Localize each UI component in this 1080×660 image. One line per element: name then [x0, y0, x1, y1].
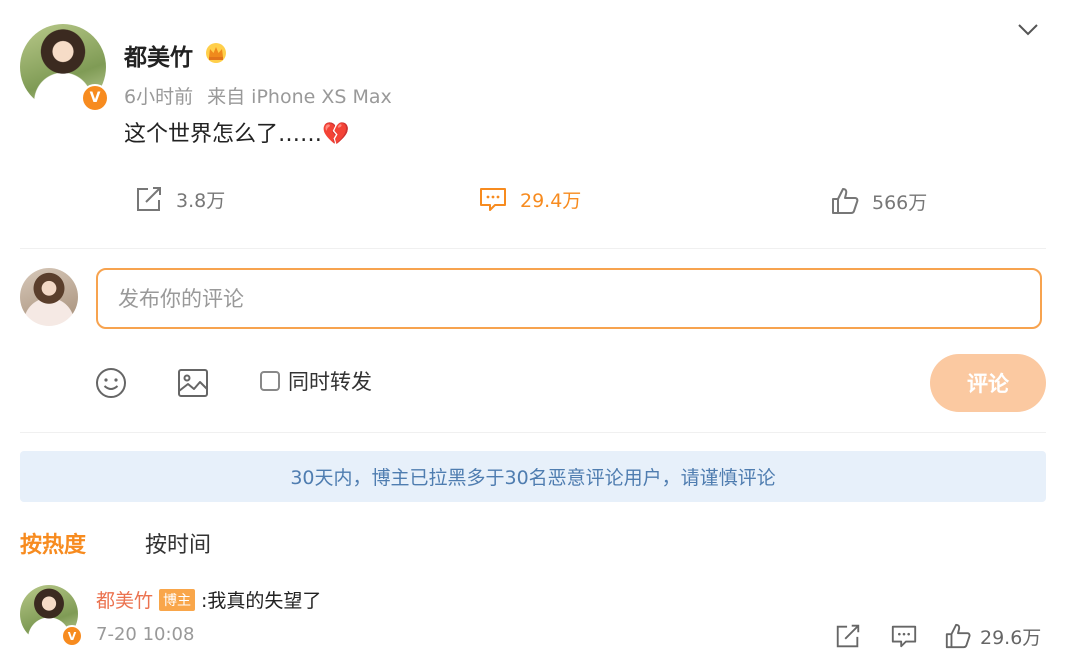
repost-icon	[137, 187, 161, 211]
repost-button[interactable]: 3.8万	[134, 184, 225, 214]
like-icon	[945, 623, 971, 649]
verified-badge-icon: V	[81, 84, 109, 112]
repost-together-checkbox[interactable]	[260, 371, 280, 391]
comment-icon	[891, 625, 917, 648]
comment-icon	[480, 188, 506, 211]
like-count: 566万	[872, 191, 928, 214]
post-source: 来自 iPhone XS Max	[207, 86, 392, 108]
image-icon[interactable]	[176, 366, 210, 400]
like-button[interactable]: 566万	[830, 186, 927, 216]
my-avatar[interactable]	[20, 268, 78, 326]
broken-heart-emoji: 💔	[322, 122, 350, 147]
repost-count: 3.8万	[176, 189, 226, 212]
comment-time: 7-20 10:08	[96, 624, 195, 645]
comment-repost-button[interactable]	[834, 622, 862, 650]
comment-author[interactable]: 都美竹	[96, 586, 153, 613]
post-time[interactable]: 6小时前	[124, 86, 193, 108]
submit-comment-button[interactable]: 评论	[930, 354, 1046, 412]
sort-tab-time[interactable]: 按时间	[145, 527, 211, 559]
repost-icon	[836, 624, 860, 648]
post-body: 这个世界怎么了……	[124, 122, 323, 147]
like-icon	[832, 188, 859, 214]
comment-row: 都美竹 博主 :我真的失望了	[96, 586, 321, 613]
comment-like-button[interactable]: 29.6万	[944, 622, 1041, 650]
comment-input[interactable]	[96, 268, 1042, 329]
author-badge: 博主	[159, 588, 196, 611]
comment-like-count: 29.6万	[980, 626, 1042, 649]
emoji-icon[interactable]	[94, 366, 128, 400]
comment-reply-button[interactable]	[890, 622, 918, 650]
moderation-notice: 30天内，博主已拉黑多于30名恶意评论用户，请谨慎评论	[20, 451, 1046, 502]
divider	[20, 248, 1046, 249]
post-text: 这个世界怎么了……💔	[124, 116, 349, 148]
comment-count: 29.4万	[520, 189, 582, 212]
divider	[20, 432, 1046, 433]
crown-icon	[206, 43, 226, 63]
sort-tab-hot[interactable]: 按热度	[20, 527, 86, 559]
verified-badge-icon: V	[61, 625, 83, 647]
author-name[interactable]: 都美竹	[124, 38, 193, 72]
repost-together-label: 同时转发	[288, 370, 372, 394]
chevron-down-icon[interactable]	[1016, 22, 1040, 38]
post-meta: 6小时前 来自 iPhone XS Max	[124, 82, 392, 109]
comment-button[interactable]: 29.4万	[478, 184, 581, 214]
comment-text: :我真的失望了	[201, 590, 322, 612]
repost-together-toggle[interactable]: 同时转发	[260, 366, 372, 396]
